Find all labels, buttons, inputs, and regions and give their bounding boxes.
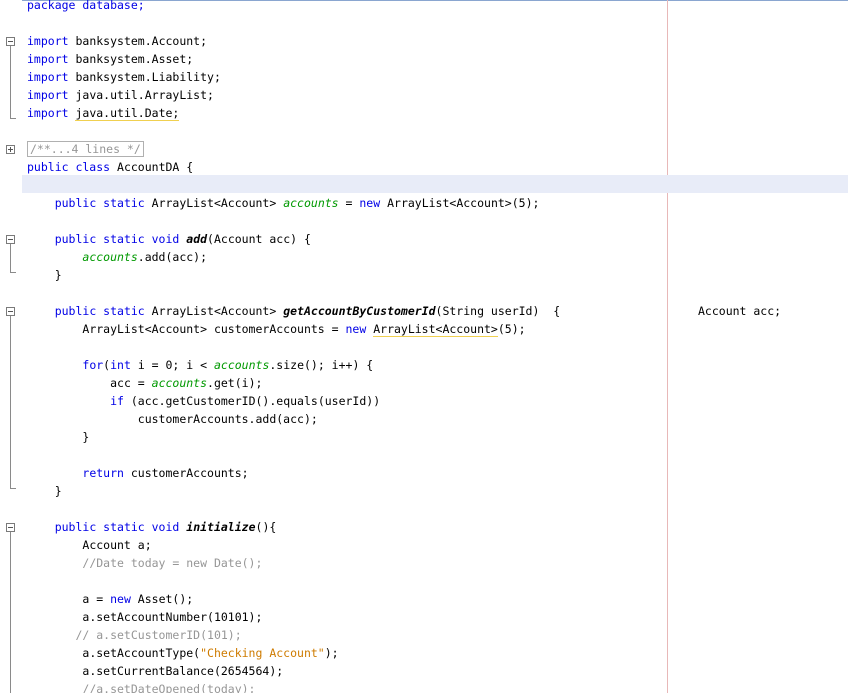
fold-guide (10, 46, 11, 118)
code-line[interactable]: import banksystem.Liability; (27, 68, 221, 86)
code-line[interactable]: public static void add(Account acc) { (27, 230, 311, 248)
code-line[interactable]: if (acc.getCustomerID().equals(userId)) (27, 392, 380, 410)
code-line[interactable]: public class AccountDA { (27, 158, 193, 176)
code-line[interactable]: return customerAccounts; (27, 464, 248, 482)
import-item: banksystem.Asset; (75, 52, 194, 66)
method-name: getAccountByCustomerId (283, 304, 436, 318)
fold-guide (10, 244, 11, 272)
fold-imports-icon[interactable] (6, 37, 15, 46)
editor-gutter (0, 0, 22, 693)
code-line[interactable]: //a.setDateOpened(today); (27, 680, 255, 693)
code-line[interactable]: } (27, 428, 89, 446)
code-editor[interactable]: package database; import banksystem.Acco… (0, 0, 848, 693)
code-line[interactable]: Account a; (27, 536, 151, 554)
code-line[interactable]: a = new Asset(); (27, 590, 193, 608)
import-item: java.util.ArrayList; (75, 88, 214, 102)
code-line[interactable]: import banksystem.Account; (27, 32, 207, 50)
code-line[interactable]: /**...4 lines */ (27, 140, 144, 158)
code-line[interactable]: customerAccounts.add(acc); (27, 410, 318, 428)
method-name: initialize (186, 520, 256, 534)
fold-guide (10, 532, 11, 693)
import-item: banksystem.Liability; (75, 70, 221, 84)
code-line[interactable]: import java.util.Date; (27, 104, 180, 122)
code-line[interactable]: //Date today = new Date(); (27, 554, 262, 572)
fold-add-method-icon[interactable] (6, 235, 15, 244)
code-line[interactable]: a.setCurrentBalance(2654564); (27, 662, 283, 680)
import-item: banksystem.Account; (75, 34, 208, 48)
fold-guide-end (10, 272, 16, 273)
expand-comment-icon[interactable] (6, 145, 15, 154)
code-line[interactable]: a.setAccountNumber(10101); (27, 608, 262, 626)
code-line[interactable]: a.setAccountType("Checking Account"); (27, 644, 338, 662)
field-initializer: ArrayList<Account>(5); (387, 196, 540, 210)
field-name: accounts (283, 196, 339, 210)
import-item: java.util.Date; (75, 106, 180, 121)
code-line[interactable]: public static ArrayList<Account> account… (27, 194, 540, 212)
method-name: add (186, 232, 208, 246)
collapsed-javadoc[interactable]: /**...4 lines */ (27, 141, 144, 157)
code-line-overflow[interactable]: Account acc; (698, 302, 781, 320)
fold-guide (10, 316, 11, 488)
code-line[interactable]: } (27, 266, 62, 284)
code-line[interactable]: } (27, 482, 62, 500)
code-line[interactable]: // a.setCustomerID(101); (27, 626, 241, 644)
code-line[interactable]: for(int i = 0; i < accounts.size(); i++)… (27, 356, 373, 374)
fold-initialize-method-icon[interactable] (6, 523, 15, 532)
fold-getby-method-icon[interactable] (6, 307, 15, 316)
code-line[interactable]: package database; (27, 0, 145, 14)
code-line[interactable]: ArrayList<Account> customerAccounts = ne… (27, 320, 526, 338)
code-line[interactable]: public static ArrayList<Account> getAcco… (27, 302, 560, 320)
code-line[interactable]: import java.util.ArrayList; (27, 86, 214, 104)
package-statement: package database; (27, 0, 145, 12)
fold-guide-end (10, 488, 16, 489)
class-name: AccountDA (117, 160, 180, 174)
code-line[interactable]: import banksystem.Asset; (27, 50, 193, 68)
fold-guide-end (10, 118, 16, 119)
code-line[interactable]: acc = accounts.get(i); (27, 374, 262, 392)
right-margin-guide (667, 0, 668, 693)
current-line-highlight (22, 175, 848, 193)
code-line[interactable]: accounts.add(acc); (27, 248, 207, 266)
code-line[interactable]: public static void initialize(){ (27, 518, 277, 536)
